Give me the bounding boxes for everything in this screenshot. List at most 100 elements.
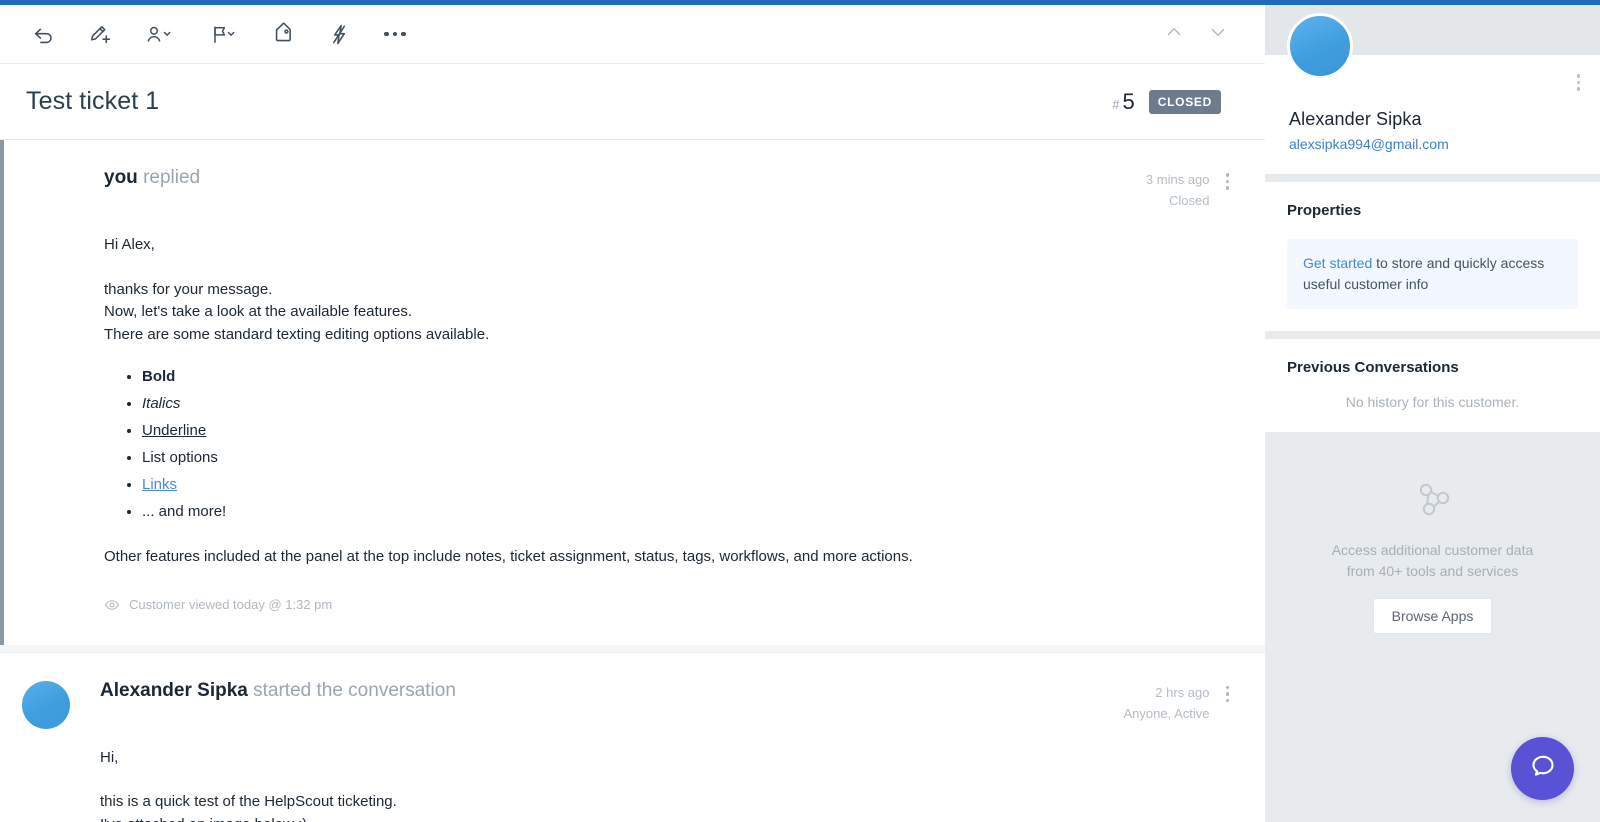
customer-email[interactable]: alexsipka994@gmail.com — [1289, 136, 1578, 152]
chevron-down-icon — [1207, 21, 1229, 48]
ticket-header: Test ticket 1 # 5 CLOSED — [0, 64, 1265, 140]
ticket-number: # 5 — [1112, 89, 1134, 115]
reply-button[interactable] — [18, 12, 68, 56]
message-line: this is a quick test of the HelpScout ti… — [100, 793, 397, 810]
message-author-line: you replied — [104, 166, 200, 190]
message-time: 3 mins ago — [1145, 172, 1210, 187]
page-title: Test ticket 1 — [26, 87, 160, 115]
conversation-thread[interactable]: you replied 3 mins ago Closed Hi Alex, t… — [0, 140, 1265, 822]
apps-promo: Access additional customer data from 40+… — [1265, 476, 1600, 634]
previous-conversations-title: Previous Conversations — [1287, 359, 1459, 376]
ellipsis-vertical-icon — [1225, 173, 1229, 190]
apps-promo-text: Access additional customer data from 40+… — [1291, 540, 1574, 582]
properties-title: Properties — [1287, 202, 1362, 219]
list-item: Bold — [142, 366, 1233, 389]
message-line: There are some standard texting editing … — [104, 325, 490, 343]
next-conversation-button[interactable] — [1201, 17, 1235, 51]
message-menu-button[interactable] — [1222, 170, 1234, 193]
customer-viewed-text: Customer viewed today @ 1:32 pm — [129, 597, 333, 612]
reply-arrow-icon — [31, 22, 56, 47]
ticket-meta: # 5 CLOSED — [1112, 89, 1239, 115]
list-item-link[interactable]: Links — [142, 476, 177, 493]
message-status: Closed — [1169, 193, 1210, 208]
properties-panel: Properties Get started to store and quic… — [1265, 182, 1600, 331]
add-note-button[interactable] — [74, 12, 124, 56]
list-item: Italics — [142, 393, 1233, 416]
ticket-number-hash: # — [1112, 96, 1120, 112]
thread-navigation — [1157, 17, 1247, 51]
helpscout-conversation-app: Test ticket 1 # 5 CLOSED you replied 3 m… — [0, 0, 1600, 822]
lightning-bolt-icon — [327, 22, 352, 47]
customer-menu-button[interactable] — [1573, 71, 1585, 94]
apps-promo-line2: from 40+ tools and services — [1346, 563, 1519, 579]
get-started-link[interactable]: Get started — [1303, 255, 1372, 271]
message-line: Now, let's take a look at the available … — [104, 303, 413, 320]
message-header: Alexander Sipka started the conversation… — [100, 679, 1233, 725]
assign-button[interactable] — [130, 12, 188, 56]
more-actions-button[interactable] — [370, 12, 420, 56]
status-badge[interactable]: CLOSED — [1148, 89, 1221, 114]
action-toolbar — [0, 5, 1265, 64]
list-item: List options — [142, 447, 1233, 470]
message-paragraph-lines: thanks for your message. Now, let's take… — [104, 279, 1233, 347]
properties-hint: Get started to store and quickly access … — [1287, 239, 1578, 309]
customer-sidebar: Alexander Sipka alexsipka994@gmail.com P… — [1265, 5, 1600, 822]
message-item: you replied 3 mins ago Closed Hi Alex, t… — [0, 140, 1265, 645]
integrations-network-icon — [1291, 476, 1574, 524]
avatar — [22, 680, 70, 729]
message-meta: 2 hrs ago Anyone, Active — [1124, 679, 1234, 725]
list-item-label: Underline — [142, 422, 207, 439]
previous-conversation-button[interactable] — [1157, 17, 1191, 51]
browse-apps-button[interactable]: Browse Apps — [1372, 598, 1493, 634]
message-body: Hi, this is a quick test of the HelpScou… — [100, 747, 1233, 822]
feature-list: Bold Italics Underline List options Link… — [122, 366, 1233, 524]
app-body: Test ticket 1 # 5 CLOSED you replied 3 m… — [0, 5, 1600, 822]
message-paragraph-lines: this is a quick test of the HelpScout ti… — [100, 791, 1233, 822]
customer-viewed-status: Customer viewed today @ 1:32 pm — [104, 594, 1233, 617]
previous-conversations-panel: Previous Conversations No history for th… — [1265, 339, 1600, 432]
eye-icon — [104, 597, 120, 613]
message-time: 2 hrs ago — [1155, 684, 1210, 700]
list-item: Links — [142, 474, 1233, 497]
message-line: thanks for your message. — [104, 280, 273, 298]
tag-icon — [271, 22, 296, 47]
message-line: I've attached an image below :) — [100, 814, 1233, 822]
chat-launcher-button[interactable] — [1511, 737, 1574, 800]
ticket-number-value: 5 — [1122, 88, 1135, 114]
message-header: you replied 3 mins ago Closed — [104, 166, 1233, 212]
chevron-up-icon — [1163, 21, 1185, 48]
tag-button[interactable] — [258, 12, 308, 56]
list-item-label: Italics — [142, 395, 181, 412]
list-item-label: List options — [142, 449, 218, 466]
list-item: Underline — [142, 420, 1233, 443]
list-item-label: ... and more! — [142, 503, 227, 520]
message-timestamps: 3 mins ago Closed — [1146, 170, 1210, 212]
previous-conversations-empty: No history for this customer. — [1345, 394, 1520, 410]
message-action: replied — [143, 167, 201, 188]
message-greeting: Hi, — [100, 748, 119, 766]
message-timestamps: 2 hrs ago Anyone, Active — [1124, 683, 1210, 725]
ellipsis-horizontal-icon — [384, 31, 406, 37]
conversation-main-column: Test ticket 1 # 5 CLOSED you replied 3 m… — [0, 5, 1265, 822]
message-closing: Other features included at the panel at … — [104, 547, 913, 565]
flag-caret-icon — [207, 22, 240, 47]
message-content: you replied 3 mins ago Closed Hi Alex, t… — [4, 166, 1265, 617]
message-item: Alexander Sipka started the conversation… — [0, 651, 1265, 822]
pencil-plus-icon — [87, 22, 112, 47]
message-author-line: Alexander Sipka started the conversation — [100, 679, 456, 703]
ellipsis-vertical-icon — [1225, 685, 1229, 702]
message-menu-button[interactable] — [1222, 683, 1234, 706]
workflow-button[interactable] — [314, 12, 364, 56]
apps-promo-line1: Access additional customer data — [1331, 542, 1534, 558]
list-item-label: Bold — [142, 368, 176, 385]
message-status: Anyone, Active — [1123, 705, 1210, 721]
customer-card: Alexander Sipka alexsipka994@gmail.com — [1265, 13, 1600, 174]
message-author: Alexander Sipka — [100, 679, 248, 701]
chat-bubble-icon — [1528, 751, 1558, 786]
message-body: Hi Alex, thanks for your message. Now, l… — [104, 234, 1233, 617]
status-button[interactable] — [194, 12, 252, 56]
list-item: ... and more! — [142, 501, 1233, 524]
ellipsis-vertical-icon — [1576, 74, 1580, 91]
message-greeting: Hi Alex, — [104, 236, 155, 253]
avatar — [1287, 13, 1353, 79]
